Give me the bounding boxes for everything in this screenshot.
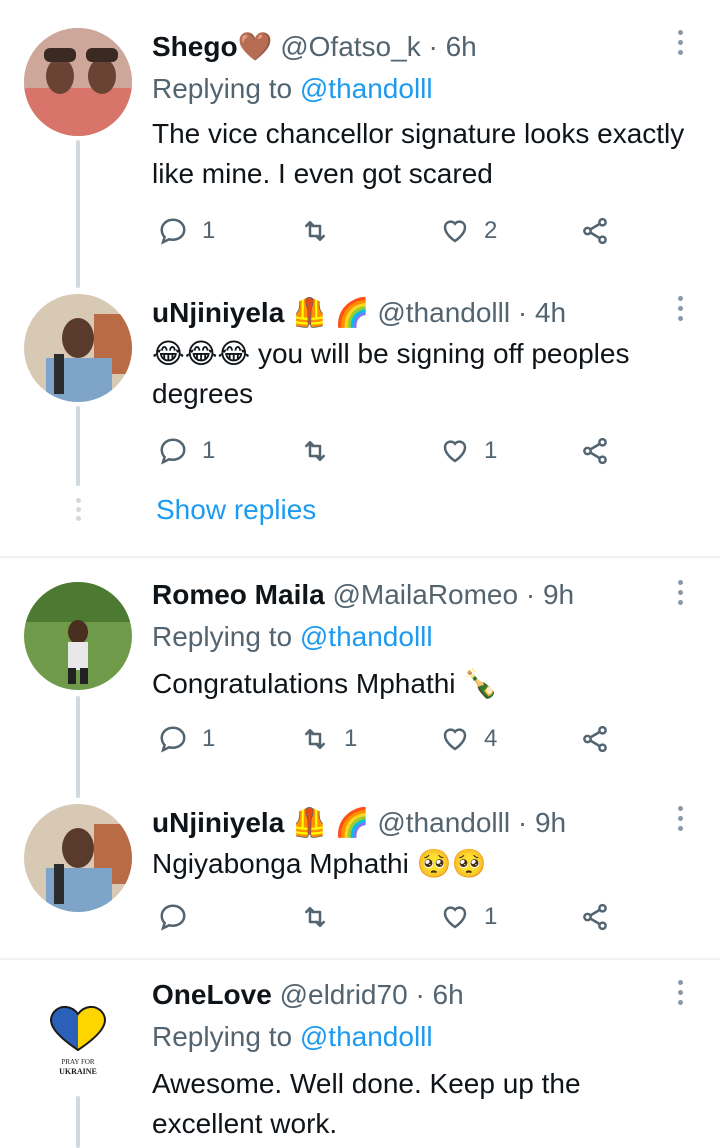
- like-button[interactable]: 1: [440, 902, 497, 932]
- avatar[interactable]: [24, 294, 132, 402]
- name-emoji: 🦺 🌈: [292, 297, 370, 328]
- timestamp[interactable]: · 9h: [526, 579, 574, 610]
- reply-icon: [160, 726, 186, 753]
- emoji: 😂😂😂: [152, 338, 251, 369]
- tweet-text: 😂😂😂 you will be signing off peoples degr…: [152, 338, 630, 409]
- display-name[interactable]: OneLove: [152, 979, 272, 1010]
- thread-line: [76, 696, 80, 798]
- display-name[interactable]: Shego: [152, 31, 238, 62]
- retweet-icon: [305, 441, 325, 461]
- retweet-button[interactable]: [300, 902, 344, 932]
- user-handle[interactable]: @thandolll: [377, 807, 510, 838]
- like-icon: [443, 440, 467, 463]
- svg-text:UKRAINE: UKRAINE: [59, 1067, 97, 1076]
- retweet-button[interactable]: [300, 436, 344, 466]
- emoji: 🥺🥺: [416, 848, 487, 879]
- like-count: 2: [484, 217, 498, 244]
- like-button[interactable]: 4: [440, 724, 497, 754]
- tweet-header: Romeo Maila @MailaRomeo · 9h: [152, 578, 574, 612]
- show-replies-link[interactable]: Show replies: [156, 494, 316, 526]
- more-replies-dots: [74, 498, 82, 525]
- tweet-text: Ngiyabonga Mphathi 🥺🥺: [152, 848, 487, 879]
- avatar[interactable]: [24, 582, 132, 690]
- retweet-button[interactable]: [300, 216, 344, 246]
- reply-icon: [160, 438, 186, 465]
- tweet-text: Awesome. Well done. Keep up the excellen…: [152, 1068, 581, 1139]
- emoji: 🍾: [463, 668, 499, 699]
- display-name[interactable]: uNjiniyela: [152, 807, 284, 838]
- avatar[interactable]: [24, 28, 132, 136]
- tweet-header: OneLove @eldrid70 · 6h: [152, 978, 464, 1012]
- replying-handle-link[interactable]: @thandolll: [300, 73, 433, 104]
- tweet-text: The vice chancellor signature looks exac…: [152, 118, 685, 189]
- retweet-count: 1: [344, 725, 358, 752]
- svg-text:PRAY FOR: PRAY FOR: [61, 1058, 94, 1066]
- share-button[interactable]: [580, 436, 610, 466]
- avatar[interactable]: PRAY FOR UKRAINE: [24, 982, 132, 1090]
- reply-button[interactable]: 1: [158, 724, 215, 754]
- timestamp[interactable]: · 9h: [518, 807, 566, 838]
- divider: [0, 556, 720, 558]
- retweet-button[interactable]: 1: [300, 724, 357, 754]
- reply-count: 1: [202, 437, 216, 464]
- like-count: 1: [484, 437, 498, 464]
- avatar[interactable]: [24, 804, 132, 912]
- display-name[interactable]: uNjiniyela: [152, 297, 284, 328]
- reply-icon: [160, 904, 186, 931]
- user-handle[interactable]: @MailaRomeo: [332, 579, 518, 610]
- tweet-text: Congratulations Mphathi 🍾: [152, 668, 499, 699]
- thread-line: [76, 406, 80, 486]
- like-button[interactable]: 2: [440, 216, 497, 246]
- share-icon: [583, 217, 607, 245]
- reply-count: 1: [202, 217, 216, 244]
- replying-to: Replying to @thandolll: [152, 73, 433, 104]
- timestamp[interactable]: · 6h: [415, 979, 463, 1010]
- retweet-icon: [305, 221, 325, 241]
- timestamp[interactable]: · 6h: [428, 31, 476, 62]
- more-icon[interactable]: [670, 806, 690, 836]
- reply-count: 1: [202, 725, 216, 752]
- like-count: 4: [484, 725, 498, 752]
- more-icon[interactable]: [670, 580, 690, 610]
- more-icon[interactable]: [670, 30, 690, 60]
- share-icon: [583, 903, 607, 931]
- share-icon: [583, 725, 607, 753]
- more-icon[interactable]: [670, 980, 690, 1010]
- replying-handle-link[interactable]: @thandolll: [300, 621, 433, 652]
- tweet-header: uNjiniyela 🦺 🌈 @thandolll · 4h: [152, 296, 566, 330]
- name-emoji: 🦺 🌈: [292, 807, 370, 838]
- retweet-icon: [305, 907, 325, 927]
- like-icon: [443, 728, 467, 751]
- tweet-header: Shego🤎 @Ofatso_k · 6h: [152, 30, 477, 64]
- like-count: 1: [484, 903, 498, 930]
- reply-button[interactable]: [158, 902, 202, 932]
- timestamp[interactable]: · 4h: [518, 297, 566, 328]
- reply-button[interactable]: 1: [158, 436, 215, 466]
- thread-line: [76, 1096, 80, 1148]
- divider: [0, 958, 720, 960]
- like-icon: [443, 220, 467, 243]
- like-icon: [443, 906, 467, 929]
- thread-line: [76, 140, 80, 288]
- replying-to: Replying to @thandolll: [152, 621, 433, 652]
- reply-icon: [160, 218, 186, 245]
- share-button[interactable]: [580, 902, 610, 932]
- share-button[interactable]: [580, 216, 610, 246]
- display-name[interactable]: Romeo Maila: [152, 579, 325, 610]
- user-handle[interactable]: @eldrid70: [280, 979, 408, 1010]
- retweet-icon: [305, 729, 325, 749]
- more-icon[interactable]: [670, 296, 690, 326]
- name-emoji: 🤎: [237, 31, 273, 62]
- user-handle[interactable]: @Ofatso_k: [280, 31, 420, 62]
- replying-to: Replying to @thandolll: [152, 1021, 433, 1052]
- like-button[interactable]: 1: [440, 436, 497, 466]
- tweet-header: uNjiniyela 🦺 🌈 @thandolll · 9h: [152, 806, 566, 840]
- share-icon: [583, 437, 607, 465]
- replying-handle-link[interactable]: @thandolll: [300, 1021, 433, 1052]
- user-handle[interactable]: @thandolll: [377, 297, 510, 328]
- reply-button[interactable]: 1: [158, 216, 215, 246]
- share-button[interactable]: [580, 724, 610, 754]
